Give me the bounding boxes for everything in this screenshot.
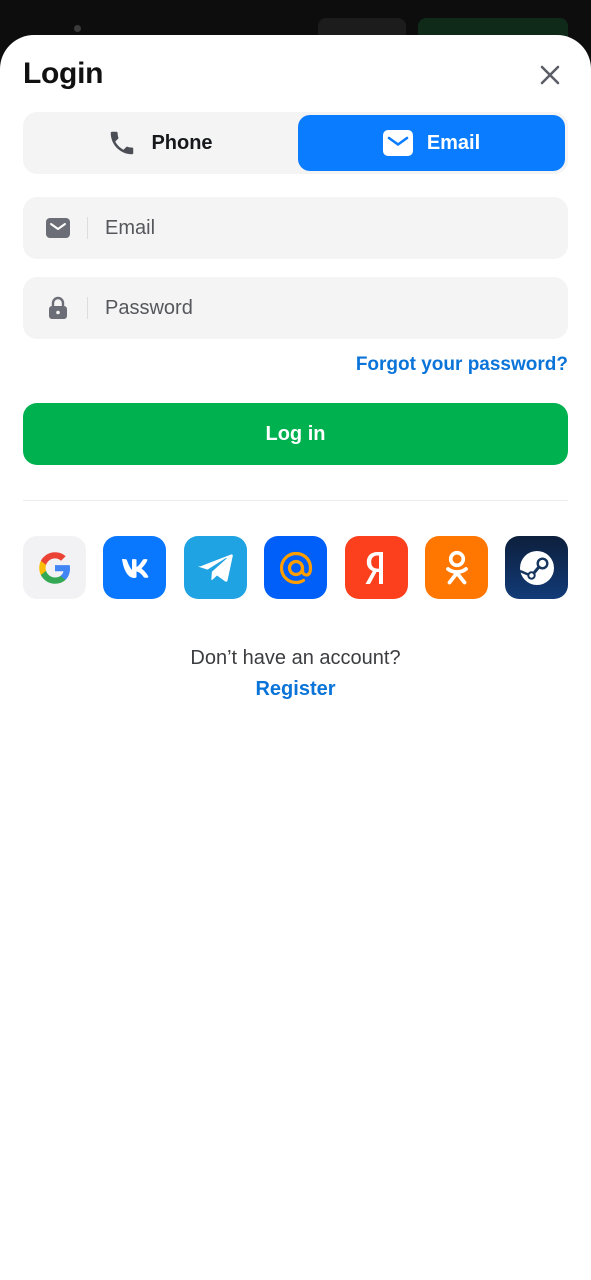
password-field-container: [23, 277, 568, 339]
lock-icon: [45, 296, 71, 320]
login-button[interactable]: Log in: [23, 403, 568, 465]
vk-icon: [121, 558, 148, 578]
no-account-text: Don’t have an account?: [190, 647, 401, 669]
google-icon: [38, 551, 70, 584]
steam-icon: [519, 550, 554, 585]
steam-login-button[interactable]: [505, 536, 568, 599]
tab-email-label: Email: [426, 131, 481, 154]
email-field-container: [23, 197, 568, 259]
email-input[interactable]: [105, 197, 545, 259]
mailru-login-button[interactable]: [264, 536, 327, 599]
yandex-icon: [365, 551, 383, 584]
password-input[interactable]: [105, 277, 545, 339]
tab-phone[interactable]: Phone: [26, 115, 294, 171]
background-dot: [74, 25, 81, 32]
register-link[interactable]: Register: [255, 678, 335, 700]
close-icon: [540, 65, 560, 85]
login-method-toggle: Phone Email: [23, 112, 568, 174]
field-divider: [87, 297, 88, 319]
phone-icon: [111, 131, 134, 155]
page-title: Login: [23, 57, 104, 90]
yandex-login-button[interactable]: [345, 536, 408, 599]
odnoklassniki-icon: [445, 550, 468, 584]
close-button[interactable]: [534, 59, 566, 91]
field-divider: [87, 217, 88, 239]
envelope-icon: [382, 130, 413, 156]
divider: [23, 500, 568, 501]
tab-email[interactable]: Email: [298, 115, 565, 171]
vk-login-button[interactable]: [103, 536, 166, 599]
mailru-icon: [279, 551, 312, 584]
telegram-icon: [198, 553, 233, 582]
forgot-password-link[interactable]: Forgot your password?: [356, 354, 568, 376]
envelope-icon: [45, 216, 71, 240]
tab-phone-label: Phone: [151, 131, 213, 154]
login-sheet: Login Phone Email Email Forgot your pass…: [0, 35, 591, 1280]
telegram-login-button[interactable]: [184, 536, 247, 599]
odnoklassniki-login-button[interactable]: [425, 536, 488, 599]
register-row: Register: [0, 678, 591, 701]
google-login-button[interactable]: [23, 536, 86, 599]
